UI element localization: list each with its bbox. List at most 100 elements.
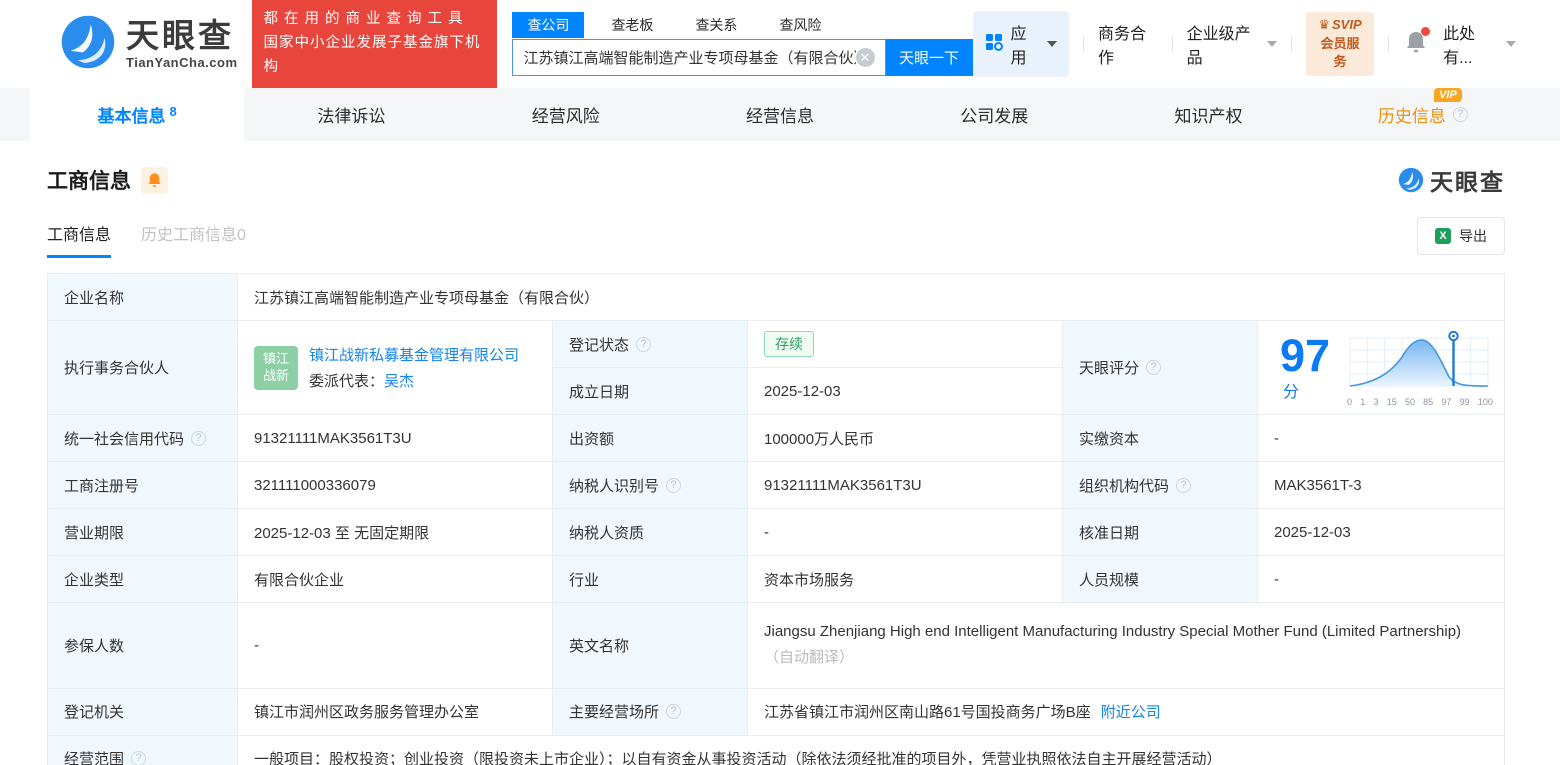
help-icon[interactable]: ? — [191, 430, 207, 446]
field-english-name-label: 英文名称 — [553, 603, 748, 689]
company-nav-tabs: 基本信息 8 法律诉讼 经营风险 经营信息 公司发展 知识产权 历史信息 VIP… — [0, 88, 1560, 141]
tianyancha-watermark-text: 天眼查 — [1430, 169, 1505, 195]
help-icon[interactable]: ? — [636, 336, 652, 352]
help-icon[interactable]: ? — [666, 477, 682, 493]
field-reg-status-label: 登记状态? — [553, 321, 748, 368]
partner-avatar-line2: 战新 — [262, 367, 289, 383]
nearby-companies-link[interactable]: 附近公司 — [1101, 701, 1161, 722]
business-cooperation-link[interactable]: 商务合作 — [1098, 20, 1158, 68]
field-reg-status-value: 存续 — [748, 321, 1063, 368]
tab-company-development-label: 公司发展 — [960, 107, 1029, 126]
english-name: Jiangsu Zhenjiang High end Intelligent M… — [764, 623, 1462, 640]
field-capital-label: 出资额 — [553, 415, 748, 462]
logo-text: 天眼查 — [126, 16, 234, 54]
partner-company-link[interactable]: 镇江战新私募基金管理有限公司 — [309, 344, 519, 365]
field-org-code-value: MAK3561T-3 — [1258, 462, 1505, 509]
enterprise-products-label: 企业级产品 — [1186, 26, 1251, 67]
section-title: 工商信息 — [47, 170, 131, 193]
slogan-banner: 都在用的商业查询工具 国家中小企业发展子基金旗下机构 — [251, 0, 498, 88]
help-icon[interactable]: ? — [1146, 360, 1162, 375]
crown-icon: ♛ — [1318, 16, 1330, 32]
field-industry-value: 资本市场服务 — [748, 556, 1063, 603]
field-executive-partner-label: 执行事务合伙人 — [48, 321, 238, 415]
help-icon[interactable]: ? — [131, 751, 147, 765]
subtab-history-business-info[interactable]: 历史工商信息0 — [141, 221, 246, 258]
score-number: 97 — [1280, 330, 1331, 381]
help-icon[interactable]: ? — [1176, 477, 1192, 493]
notification-bell-icon[interactable] — [1405, 26, 1431, 59]
tab-history-info-label: 历史信息 — [1377, 107, 1446, 126]
auto-translate-note: （自动翻译） — [764, 649, 855, 667]
field-tyc-score-value: 97 分 0 1 3 15 50 85 97 99 100 — [1258, 321, 1505, 415]
search-input-wrap: ✕ — [512, 39, 886, 76]
logo-domain: TianYanCha.com — [126, 54, 238, 70]
field-business-scope-label: 经营范围? — [48, 735, 238, 765]
user-name: 此处有... — [1443, 26, 1476, 67]
partner-avatar[interactable]: 镇江 战新 — [254, 345, 298, 390]
tab-operating-info-label: 经营信息 — [745, 107, 814, 126]
delegate-link[interactable]: 吴杰 — [384, 373, 414, 390]
tianyancha-watermark: 天眼查 — [1398, 163, 1505, 197]
field-paidin-capital-label: 实缴资本 — [1063, 415, 1258, 462]
tab-operating-risk[interactable]: 经营风险 — [459, 88, 673, 141]
slogan-line2: 国家中小企业发展子基金旗下机构 — [263, 35, 481, 75]
status-badge: 存续 — [764, 331, 814, 357]
tab-operating-info[interactable]: 经营信息 — [673, 88, 887, 141]
apps-label: 应用 — [1010, 26, 1027, 67]
tab-legal[interactable]: 法律诉讼 — [244, 88, 458, 141]
subtab-business-info[interactable]: 工商信息 — [47, 221, 112, 258]
top-header: 天眼查 TianYanCha.com 都在用的商业查询工具 国家中小企业发展子基… — [0, 0, 1560, 88]
search-tab-company[interactable]: 查公司 — [512, 12, 585, 38]
search-button[interactable]: 天眼一下 — [885, 39, 973, 76]
divider — [1083, 36, 1085, 52]
tianyancha-logo-icon — [60, 14, 116, 75]
vip-badge: VIP — [1434, 88, 1462, 102]
field-business-address-value: 江苏省镇江市润州区南山路61号国投商务广场B座 附近公司 — [748, 688, 1505, 736]
search-tabs: 查公司 查老板 查关系 查风险 — [512, 12, 972, 38]
svip-sublabel: 会员服务 — [1320, 35, 1360, 70]
field-reg-number-value: 321111000336079 — [238, 462, 553, 509]
svip-member-button[interactable]: ♛ SVIP 会员服务 — [1305, 11, 1375, 77]
business-info-table: 企业名称 江苏镇江高端智能制造产业专项母基金（有限合伙） 执行事务合伙人 镇江 … — [47, 273, 1505, 765]
field-company-type-label: 企业类型 — [48, 556, 238, 603]
field-business-term-value: 2025-12-03 至 无固定期限 — [238, 509, 553, 556]
field-established-label: 成立日期 — [553, 368, 748, 415]
field-reg-number-label: 工商注册号 — [48, 462, 238, 509]
field-executive-partner-value: 镇江 战新 镇江战新私募基金管理有限公司 委派代表：吴杰 — [238, 321, 553, 415]
chevron-down-icon — [1266, 41, 1277, 47]
search-tab-boss[interactable]: 查老板 — [596, 12, 668, 38]
tab-intellectual-property[interactable]: 知识产权 — [1101, 88, 1315, 141]
search-input[interactable] — [523, 49, 856, 66]
field-capital-value: 100000万人民币 — [748, 415, 1063, 462]
field-taxpayer-quality-value: - — [748, 509, 1063, 556]
divider — [1171, 36, 1173, 52]
enterprise-products-link[interactable]: 企业级产品 — [1187, 20, 1277, 68]
search-tab-relation[interactable]: 查关系 — [680, 12, 752, 38]
clear-search-icon[interactable]: ✕ — [855, 48, 875, 67]
search-tab-risk[interactable]: 查风险 — [764, 12, 836, 38]
help-icon[interactable]: ? — [666, 704, 682, 719]
tianyancha-watermark-icon — [1398, 167, 1424, 193]
tab-operating-risk-label: 经营风险 — [531, 107, 600, 126]
tab-history-info[interactable]: 历史信息 VIP ? — [1316, 88, 1530, 141]
tianyancha-logo[interactable]: 天眼查 TianYanCha.com — [60, 14, 238, 75]
field-approved-date-label: 核准日期 — [1063, 509, 1258, 556]
user-menu[interactable]: 此处有... — [1443, 20, 1517, 68]
delegate-label: 委派代表： — [309, 373, 385, 390]
field-business-scope-value: 一般项目：股权投资；创业投资（限投资未上市企业）；以自有资金从事投资活动（除依法… — [238, 735, 1505, 765]
field-company-name-value: 江苏镇江高端智能制造产业专项母基金（有限合伙） — [238, 274, 1505, 321]
score-unit: 分 — [1283, 384, 1300, 401]
field-registration-authority-value: 镇江市润州区政务服务管理办公室 — [238, 688, 553, 736]
export-button[interactable]: X 导出 — [1417, 217, 1505, 255]
apps-menu[interactable]: 应用 — [972, 11, 1070, 77]
monitor-bell-icon[interactable] — [141, 166, 168, 194]
field-credit-code-label: 统一社会信用代码? — [48, 415, 238, 462]
tab-company-development[interactable]: 公司发展 — [887, 88, 1101, 141]
field-registration-authority-label: 登记机关 — [48, 688, 238, 736]
field-established-value: 2025-12-03 — [748, 368, 1063, 415]
field-english-name-value: Jiangsu Zhenjiang High end Intelligent M… — [748, 603, 1505, 689]
help-icon[interactable]: ? — [1452, 107, 1468, 122]
field-company-type-value: 有限合伙企业 — [238, 556, 553, 603]
notification-dot — [1421, 26, 1431, 36]
tab-basic-info[interactable]: 基本信息 8 — [30, 88, 245, 141]
